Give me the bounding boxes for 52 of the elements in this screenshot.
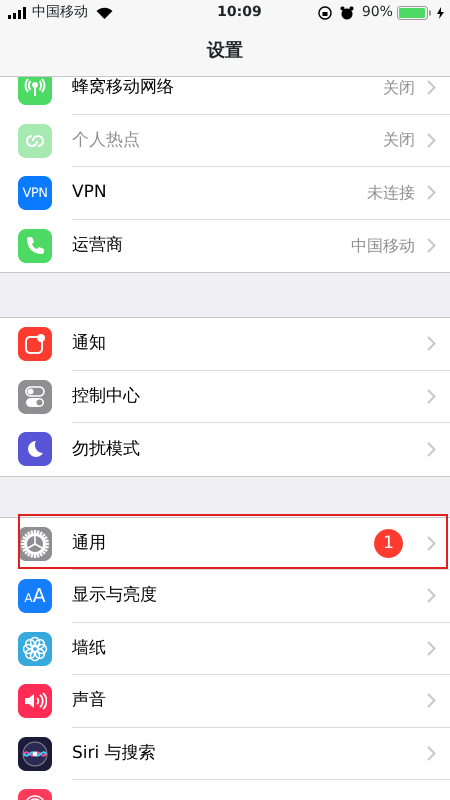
status-time: 10:09 xyxy=(217,3,262,22)
row-label: VPN xyxy=(72,181,108,204)
row-label: 个人热点 xyxy=(72,128,141,152)
chevron-icon xyxy=(427,693,436,708)
settings-row[interactable]: 蜂窝移动网络 关闭 xyxy=(0,77,450,114)
row-value: 关闭 xyxy=(383,77,415,99)
text-size-icon: AA xyxy=(18,579,52,614)
settings-row[interactable]: 勿扰模式 xyxy=(0,423,450,476)
chevron-icon xyxy=(427,536,436,551)
row-label: 墙纸 xyxy=(72,636,107,660)
row-label: Siri 与搜索 xyxy=(72,742,157,764)
row-label: 通知 xyxy=(72,332,107,355)
chevron-icon xyxy=(427,80,436,96)
row-value: 关闭 xyxy=(383,129,415,152)
settings-row[interactable]: 声音 xyxy=(0,675,450,728)
chevron-icon xyxy=(427,336,436,352)
row-label: 显示与亮度 xyxy=(72,584,158,607)
settings-row[interactable]: 通知 xyxy=(0,318,450,370)
notification-badge: 1 xyxy=(374,528,403,558)
charging-icon xyxy=(436,6,444,18)
carrier-name: 中国移动 xyxy=(32,3,88,22)
chevron-icon xyxy=(427,442,436,457)
row-label: 勿扰模式 xyxy=(72,438,141,460)
row-value: 中国移动 xyxy=(351,234,415,257)
settings-row[interactable]: VPN VPN 未连接 xyxy=(0,167,450,220)
row-label: 运营商 xyxy=(72,234,124,257)
settings-row[interactable]: 墙纸 xyxy=(0,622,450,675)
vpn-icon: VPN xyxy=(18,176,52,210)
row-label: 通用 xyxy=(72,532,107,554)
alarm-icon xyxy=(340,6,354,20)
row-label: 声音 xyxy=(72,689,107,712)
page-title: 设置 xyxy=(207,39,243,63)
signal-icon xyxy=(8,6,28,18)
settings-row[interactable]: Siri 与搜索 xyxy=(0,728,450,780)
chevron-icon xyxy=(427,238,436,254)
chevron-icon xyxy=(427,132,436,148)
battery-icon xyxy=(396,6,433,20)
settings-row[interactable]: 通用 1 xyxy=(0,518,450,570)
chevron-icon xyxy=(427,746,436,761)
chevron-icon xyxy=(427,640,436,656)
wifi-icon xyxy=(96,6,113,18)
settings-row[interactable]: 运营商 中国移动 xyxy=(0,220,450,272)
row-label: 控制中心 xyxy=(72,384,141,408)
battery-percent: 90% xyxy=(362,3,393,22)
row-label: 蜂窝移动网络 xyxy=(72,77,175,99)
settings-row[interactable]: AA 显示与亮度 xyxy=(0,570,450,622)
chevron-icon xyxy=(427,588,436,604)
row-value: 未连接 xyxy=(367,182,415,204)
chevron-icon xyxy=(427,185,436,200)
settings-row[interactable]: 控制中心 xyxy=(0,370,450,423)
rotation-lock-icon xyxy=(318,6,332,20)
chevron-icon xyxy=(427,388,436,404)
